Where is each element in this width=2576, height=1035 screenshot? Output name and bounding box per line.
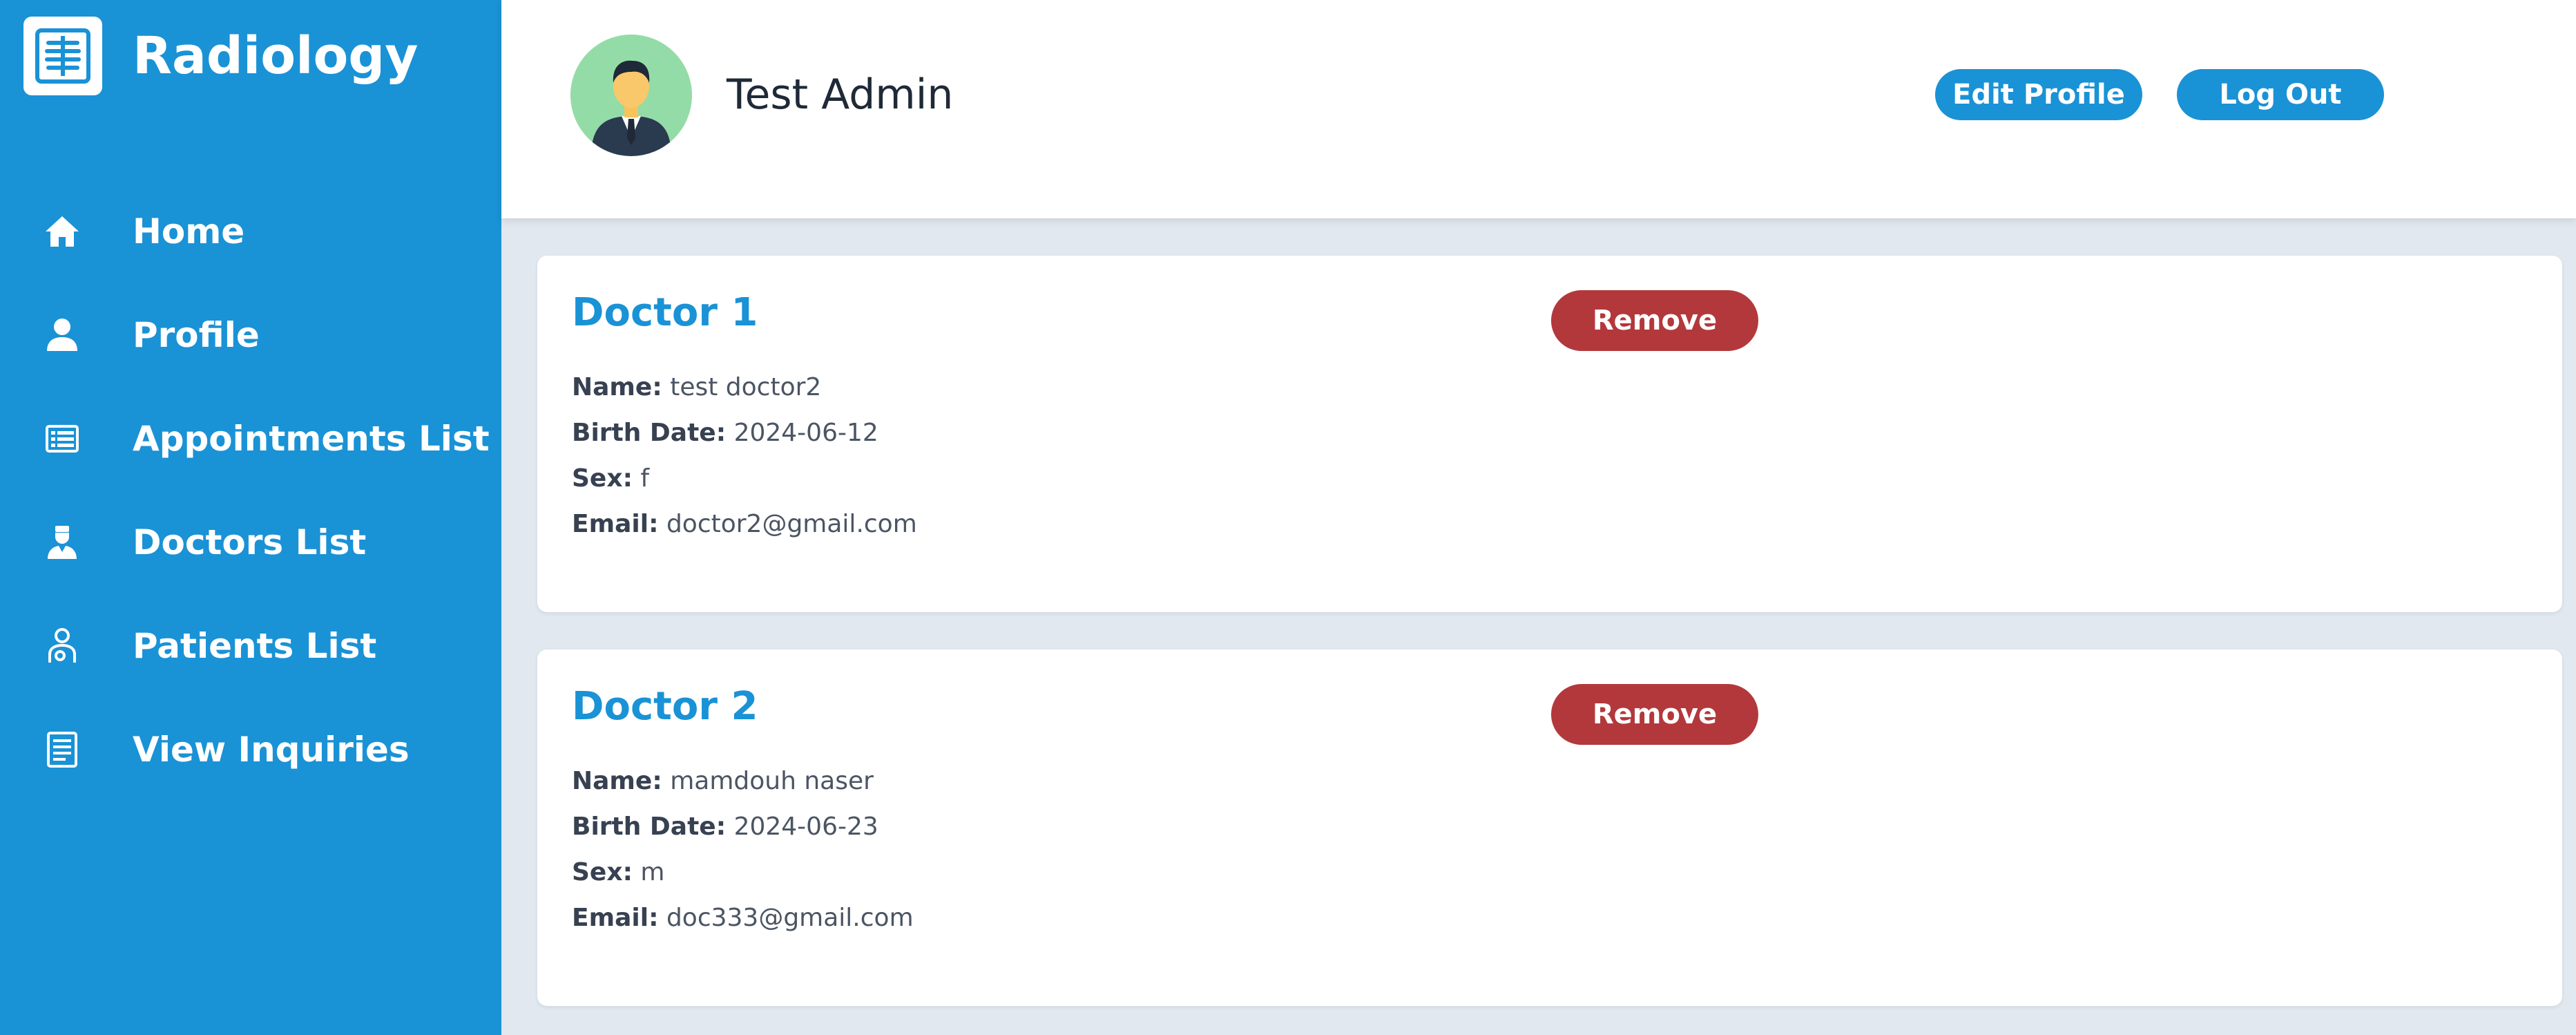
field-label: Sex: bbox=[572, 464, 633, 493]
inquiry-icon bbox=[43, 730, 81, 769]
field-value: doc333@gmail.com bbox=[666, 904, 914, 932]
logout-button[interactable]: Log Out bbox=[2177, 69, 2384, 120]
doctor-birth-date-field: Birth Date: 2024-06-12 bbox=[572, 419, 878, 447]
doctor-name-field: Name: test doctor2 bbox=[572, 373, 821, 401]
sidebar-item-home[interactable]: Home bbox=[0, 180, 501, 283]
sidebar-item-appointments[interactable]: Appointments List bbox=[0, 387, 501, 491]
list-icon bbox=[43, 419, 81, 458]
field-value: test doctor2 bbox=[670, 373, 822, 401]
doctor-icon bbox=[43, 523, 81, 562]
brand[interactable]: Radiology bbox=[23, 17, 419, 95]
sidebar-item-label: View Inquiries bbox=[133, 730, 410, 770]
home-icon bbox=[43, 212, 81, 251]
sidebar-item-label: Home bbox=[133, 211, 245, 251]
field-value: f bbox=[640, 464, 650, 493]
doctor-email-field: Email: doctor2@gmail.com bbox=[572, 510, 917, 538]
edit-profile-button[interactable]: Edit Profile bbox=[1935, 69, 2142, 120]
field-value: 2024-06-12 bbox=[733, 419, 878, 447]
sidebar-item-patients[interactable]: Patients List bbox=[0, 594, 501, 698]
doctor-email-field: Email: doc333@gmail.com bbox=[572, 904, 914, 932]
field-value: m bbox=[640, 858, 665, 886]
field-value: mamdouh naser bbox=[670, 767, 874, 795]
doctor-card-title: Doctor 2 bbox=[572, 684, 758, 729]
top-header: Test Admin Edit Profile Log Out bbox=[501, 0, 2576, 218]
field-label: Email: bbox=[572, 904, 659, 932]
doctor-sex-field: Sex: f bbox=[572, 464, 649, 493]
user-icon bbox=[43, 316, 81, 354]
field-value: 2024-06-23 bbox=[733, 813, 878, 841]
remove-button[interactable]: Remove bbox=[1551, 684, 1758, 745]
field-label: Birth Date: bbox=[572, 813, 727, 841]
field-label: Birth Date: bbox=[572, 419, 727, 447]
patient-icon bbox=[43, 627, 81, 665]
field-label: Email: bbox=[572, 510, 659, 538]
sidebar-item-label: Appointments List bbox=[133, 419, 490, 459]
user-name: Test Admin bbox=[727, 70, 954, 119]
doctor-sex-field: Sex: m bbox=[572, 858, 665, 886]
field-value: doctor2@gmail.com bbox=[666, 510, 917, 538]
sidebar-item-label: Patients List bbox=[133, 626, 377, 666]
sidebar-item-doctors[interactable]: Doctors List bbox=[0, 491, 501, 594]
doctor-name-field: Name: mamdouh naser bbox=[572, 767, 874, 795]
sidebar-item-label: Doctors List bbox=[133, 522, 367, 562]
sidebar-nav: Home Profile Appointments List Doctors L… bbox=[0, 180, 501, 801]
brand-name: Radiology bbox=[133, 26, 419, 86]
sidebar-item-inquiries[interactable]: View Inquiries bbox=[0, 698, 501, 801]
doctor-card-title: Doctor 1 bbox=[572, 290, 758, 335]
doctor-card: Doctor 1 Remove Name: test doctor2 Birth… bbox=[537, 256, 2562, 612]
doctor-birth-date-field: Birth Date: 2024-06-23 bbox=[572, 813, 878, 841]
avatar bbox=[570, 35, 692, 156]
field-label: Name: bbox=[572, 373, 662, 401]
xray-logo-icon bbox=[23, 17, 102, 95]
sidebar: Radiology Home Profile Appointments List… bbox=[0, 0, 501, 1035]
field-label: Sex: bbox=[572, 858, 633, 886]
field-label: Name: bbox=[572, 767, 662, 795]
sidebar-item-label: Profile bbox=[133, 315, 260, 355]
doctor-card: Doctor 2 Remove Name: mamdouh naser Birt… bbox=[537, 649, 2562, 1006]
remove-button[interactable]: Remove bbox=[1551, 290, 1758, 351]
sidebar-item-profile[interactable]: Profile bbox=[0, 283, 501, 387]
